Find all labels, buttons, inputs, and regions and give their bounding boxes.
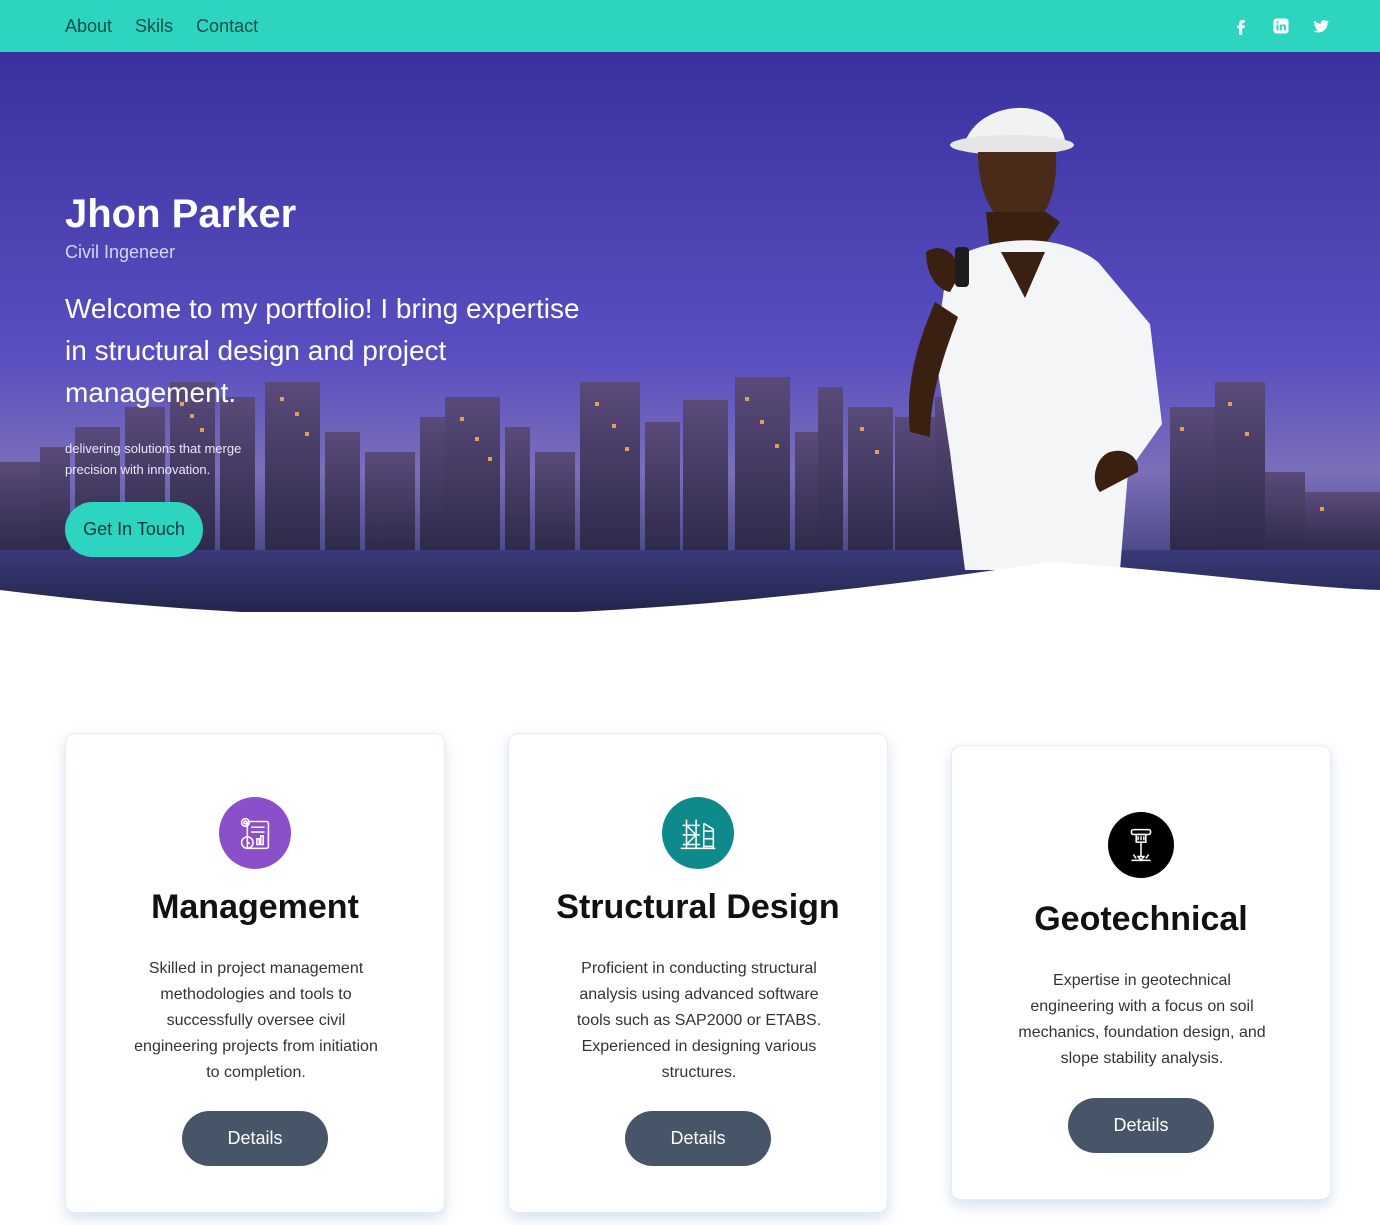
- card-title: Management: [151, 888, 359, 926]
- get-in-touch-button[interactable]: Get In Touch: [65, 502, 203, 557]
- structure-icon: [662, 797, 734, 869]
- nav-links: About Skils Contact: [65, 0, 258, 52]
- social-links: [1232, 0, 1330, 52]
- card-structural-design: Structural Design Proficient in conducti…: [508, 733, 888, 1213]
- card-description: Skilled in project management methodolog…: [134, 960, 378, 1081]
- nav-link-about[interactable]: About: [65, 16, 112, 37]
- hero-tagline: delivering solutions that merge precisio…: [65, 441, 242, 477]
- card-geotechnical: Geotechnical Expertise in geotechnical e…: [951, 745, 1331, 1200]
- hero-section: Jhon Parker Civil Ingeneer Welcome to my…: [0, 52, 1380, 612]
- card-title: Geotechnical: [1034, 900, 1248, 938]
- hero-role: Civil Ingeneer: [65, 242, 176, 262]
- details-button[interactable]: Details: [182, 1111, 328, 1166]
- card-title: Structural Design: [556, 888, 840, 926]
- drill-icon: [1108, 812, 1174, 878]
- hero-name: Jhon Parker: [65, 192, 297, 236]
- twitter-icon[interactable]: [1312, 17, 1330, 35]
- nav-link-contact[interactable]: Contact: [196, 16, 258, 37]
- management-icon: [219, 797, 291, 869]
- nav-link-skills[interactable]: Skils: [135, 16, 173, 37]
- details-button[interactable]: Details: [1068, 1098, 1214, 1153]
- card-description: Proficient in conducting structural anal…: [576, 960, 822, 1081]
- details-button[interactable]: Details: [625, 1111, 771, 1166]
- hero-welcome: Welcome to my portfolio! I bring experti…: [65, 293, 580, 408]
- card-management: Management Skilled in project management…: [65, 733, 445, 1213]
- facebook-icon[interactable]: [1232, 17, 1250, 35]
- linkedin-icon[interactable]: [1272, 17, 1290, 35]
- top-nav: About Skils Contact: [0, 0, 1380, 52]
- card-description: Expertise in geotechnical engineering wi…: [1018, 972, 1266, 1067]
